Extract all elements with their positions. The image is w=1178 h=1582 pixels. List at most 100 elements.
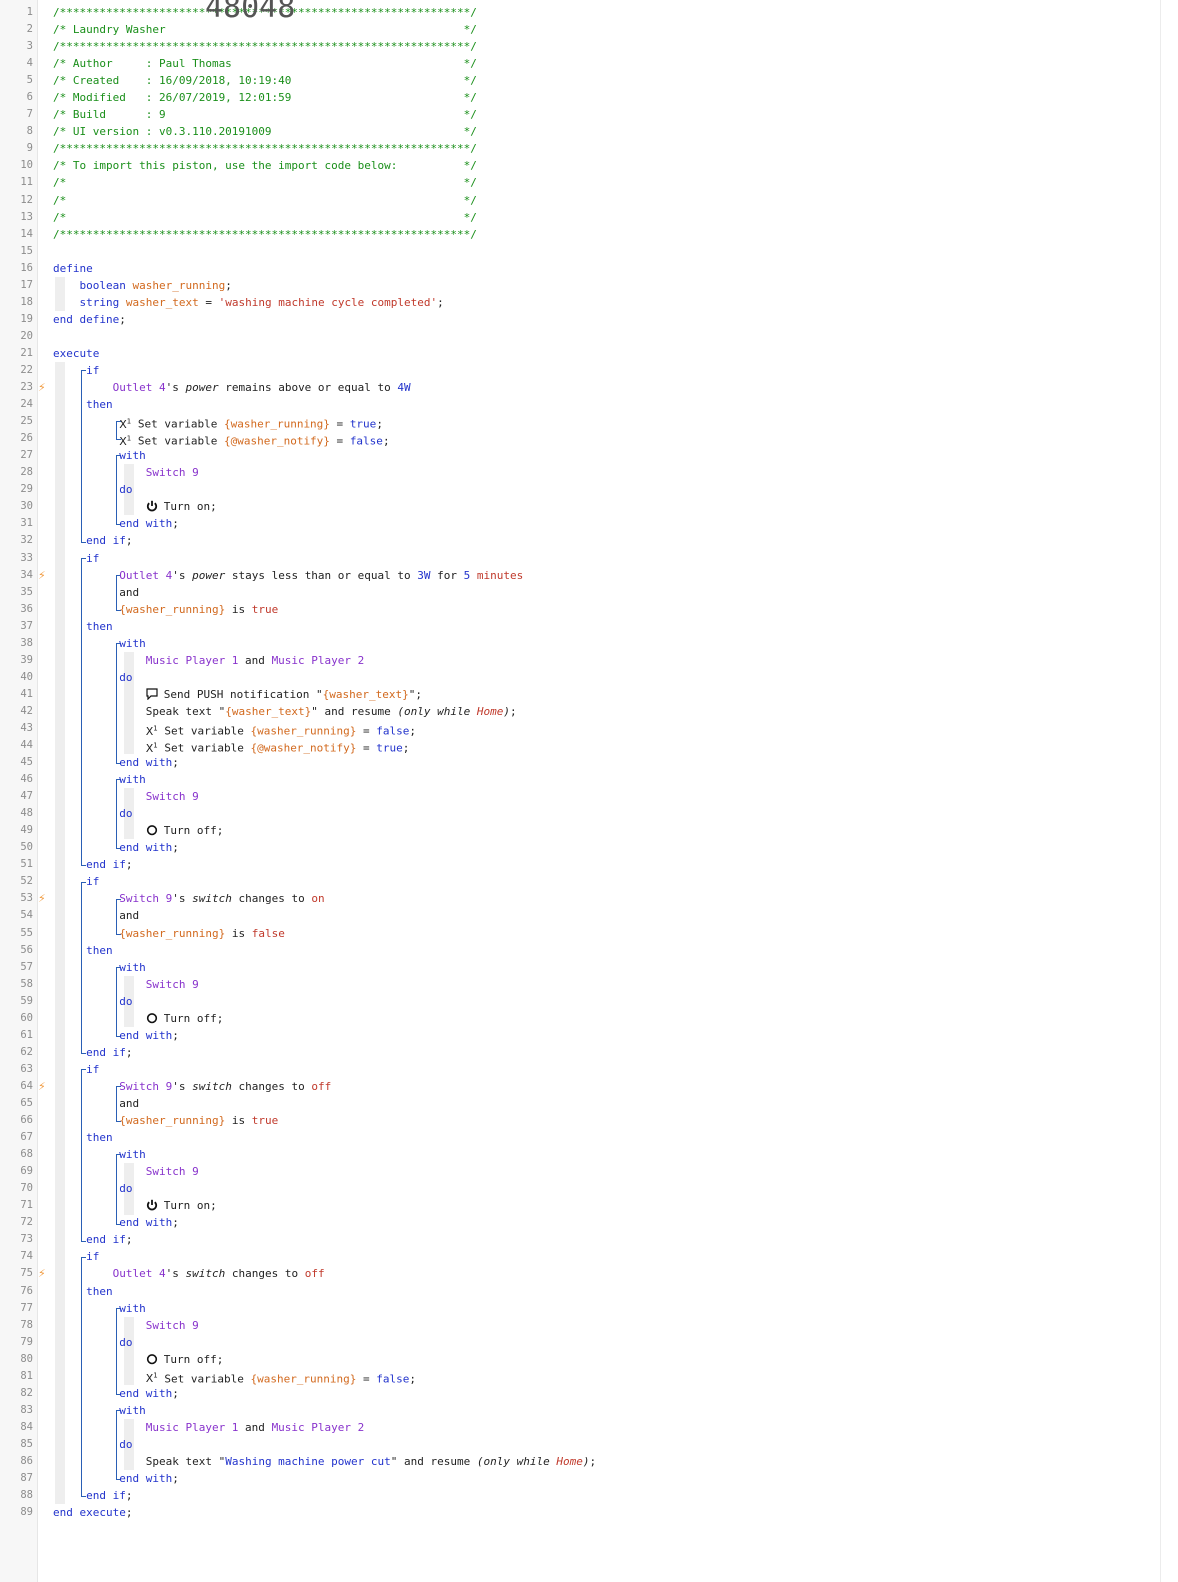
- code-statement[interactable]: Switch 9: [53, 1317, 199, 1334]
- line-number: 40: [20, 670, 33, 683]
- line-number: 26: [20, 432, 33, 445]
- code-statement[interactable]: Switch 9: [53, 464, 199, 481]
- code-statement[interactable]: Switch 9: [53, 1163, 199, 1180]
- code-statement[interactable]: if: [53, 873, 99, 890]
- import-code[interactable]: 48048: [205, 0, 295, 28]
- code-line: 59 do: [0, 993, 1160, 1010]
- code-statement[interactable]: end with;: [53, 1470, 179, 1487]
- code-line: 80 Turn off;: [0, 1351, 1160, 1368]
- code-statement[interactable]: end with;: [53, 754, 179, 771]
- code-statement[interactable]: /* Modified : 26/07/2019, 12:01:59 */: [53, 89, 477, 106]
- code-statement[interactable]: end with;: [53, 839, 179, 856]
- code-line: 88 end if;: [0, 1487, 1160, 1504]
- code-statement[interactable]: and: [53, 907, 139, 924]
- code-statement[interactable]: end with;: [53, 1385, 179, 1402]
- code-statement[interactable]: with: [53, 1146, 146, 1163]
- code-statement[interactable]: /* */: [53, 192, 477, 209]
- line-number: 23: [20, 381, 33, 394]
- code-statement[interactable]: boolean washer_running;: [53, 277, 232, 294]
- code-statement[interactable]: Switch 9: [53, 788, 199, 805]
- code-statement[interactable]: Outlet 4's switch changes to off: [53, 1265, 325, 1282]
- code-statement[interactable]: {washer_running} is true: [53, 601, 278, 618]
- code-statement[interactable]: if: [53, 362, 99, 379]
- code-statement[interactable]: Turn on;: [53, 1197, 217, 1214]
- code-statement[interactable]: do: [53, 1436, 132, 1453]
- code-line: 47 Switch 9: [0, 788, 1160, 805]
- line-number: 34: [20, 568, 33, 581]
- code-statement[interactable]: /***************************************…: [53, 226, 477, 243]
- code-statement[interactable]: string washer_text = 'washing machine cy…: [53, 294, 444, 311]
- code-line: 76 then: [0, 1283, 1160, 1300]
- code-statement[interactable]: with: [53, 959, 146, 976]
- code-statement[interactable]: with: [53, 1300, 146, 1317]
- code-statement[interactable]: end with;: [53, 515, 179, 532]
- code-statement[interactable]: do: [53, 805, 132, 822]
- code-statement[interactable]: and: [53, 1095, 139, 1112]
- code-statement[interactable]: do: [53, 1334, 132, 1351]
- code-statement[interactable]: end if;: [53, 856, 132, 873]
- code-statement[interactable]: /* Created : 16/09/2018, 10:19:40 */: [53, 72, 477, 89]
- code-statement[interactable]: end if;: [53, 1231, 132, 1248]
- code-statement[interactable]: {washer_running} is true: [53, 1112, 278, 1129]
- code-statement[interactable]: if: [53, 1061, 99, 1078]
- code-statement[interactable]: end define;: [53, 311, 126, 328]
- code-statement[interactable]: /* */: [53, 209, 477, 226]
- code-statement[interactable]: Speak text "{washer_text}" and resume (o…: [53, 703, 517, 720]
- code-line: 89 end execute;: [0, 1504, 1160, 1521]
- line-number: 25: [20, 415, 33, 428]
- code-statement[interactable]: /* */: [53, 174, 477, 191]
- code-statement[interactable]: end if;: [53, 532, 132, 549]
- code-statement[interactable]: with: [53, 447, 146, 464]
- code-statement[interactable]: Outlet 4's power stays less than or equa…: [53, 567, 523, 584]
- code-statement[interactable]: /***************************************…: [53, 38, 477, 55]
- code-statement[interactable]: with: [53, 771, 146, 788]
- code-line: 53 ⚡ Switch 9's switch changes to on: [0, 890, 1160, 907]
- code-statement[interactable]: with: [53, 635, 146, 652]
- line-number: 53: [20, 892, 33, 905]
- code-statement[interactable]: then: [53, 618, 113, 635]
- code-statement[interactable]: if: [53, 550, 99, 567]
- code-statement[interactable]: with: [53, 1402, 146, 1419]
- code-statement[interactable]: do: [53, 993, 132, 1010]
- code-statement[interactable]: end if;: [53, 1487, 132, 1504]
- code-statement[interactable]: execute: [53, 345, 99, 362]
- code-statement[interactable]: Turn off;: [53, 1010, 223, 1027]
- code-statement[interactable]: end execute;: [53, 1504, 132, 1521]
- code-statement[interactable]: do: [53, 1180, 132, 1197]
- variable-icon: X1: [145, 741, 158, 755]
- code-statement[interactable]: end with;: [53, 1214, 179, 1231]
- code-statement[interactable]: Music Player 1 and Music Player 2: [53, 1419, 365, 1436]
- code-statement[interactable]: /* Author : Paul Thomas */: [53, 55, 477, 72]
- code-statement[interactable]: then: [53, 942, 113, 959]
- code-statement[interactable]: if: [53, 1248, 99, 1265]
- code-statement[interactable]: /***************************************…: [53, 140, 477, 157]
- line-number: 61: [20, 1028, 33, 1041]
- code-statement[interactable]: Switch 9's switch changes to on: [53, 890, 324, 907]
- code-statement[interactable]: Music Player 1 and Music Player 2: [53, 652, 365, 669]
- lightning-bolt-icon: ⚡: [38, 381, 46, 395]
- code-statement[interactable]: define: [53, 260, 93, 277]
- code-statement[interactable]: end if;: [53, 1044, 132, 1061]
- code-statement[interactable]: {washer_running} is false: [53, 925, 285, 942]
- code-statement[interactable]: do: [53, 481, 132, 498]
- code-statement[interactable]: Switch 9: [53, 976, 199, 993]
- line-number: 16: [20, 261, 33, 274]
- code-statement[interactable]: Turn on;: [53, 498, 217, 515]
- code-statement[interactable]: /* Build : 9 */: [53, 106, 477, 123]
- code-statement[interactable]: Send PUSH notification "{washer_text}";: [53, 686, 422, 703]
- code-statement[interactable]: do: [53, 669, 132, 686]
- code-statement[interactable]: then: [53, 1129, 113, 1146]
- code-statement[interactable]: /* To import this piston, use the import…: [53, 157, 477, 174]
- code-statement[interactable]: Speak text "Washing machine power cut" a…: [53, 1453, 596, 1470]
- code-statement[interactable]: Turn off;: [53, 822, 223, 839]
- code-statement[interactable]: end with;: [53, 1027, 179, 1044]
- code-statement[interactable]: then: [53, 396, 113, 413]
- code-statement[interactable]: Outlet 4's power remains above or equal …: [53, 379, 411, 396]
- code-statement[interactable]: then: [53, 1283, 113, 1300]
- line-number: 73: [20, 1233, 33, 1246]
- code-statement[interactable]: and: [53, 584, 139, 601]
- code-statement[interactable]: /* UI version : v0.3.110.20191009 */: [53, 123, 477, 140]
- code-line: 42 Speak text "{washer_text}" and resume…: [0, 703, 1160, 720]
- code-statement[interactable]: Turn off;: [53, 1351, 223, 1368]
- code-statement[interactable]: Switch 9's switch changes to off: [53, 1078, 331, 1095]
